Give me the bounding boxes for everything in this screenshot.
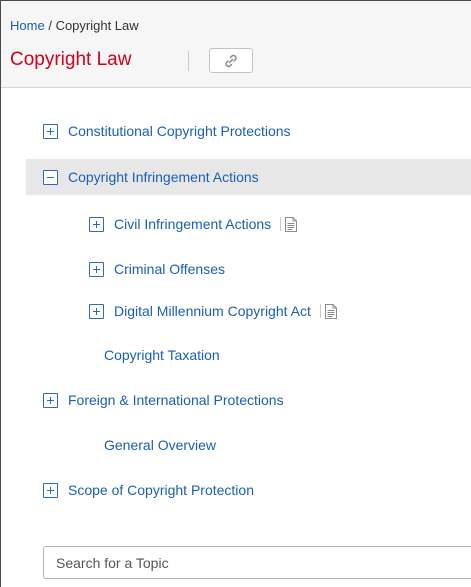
tree-item-general-overview[interactable]: General Overview — [104, 427, 216, 463]
breadcrumb: Home / Copyright Law — [10, 18, 139, 33]
link-icon — [225, 54, 237, 68]
breadcrumb-current: Copyright Law — [55, 18, 139, 33]
tree-item-label[interactable]: Civil Infringement Actions — [114, 216, 271, 232]
tree-item-criminal-offenses[interactable]: Criminal Offenses — [89, 251, 225, 287]
item-divider — [319, 304, 321, 318]
expand-icon[interactable] — [89, 303, 104, 319]
collapse-icon[interactable] — [43, 169, 58, 185]
tree-item-copyright-taxation[interactable]: Copyright Taxation — [104, 337, 220, 373]
expand-icon[interactable] — [43, 482, 58, 498]
tree-item-label[interactable]: Constitutional Copyright Protections — [68, 123, 291, 139]
breadcrumb-separator: / — [48, 18, 52, 33]
tree-item-label[interactable]: Foreign & International Protections — [68, 392, 284, 408]
tree-item-constitutional-copyright-protections[interactable]: Constitutional Copyright Protections — [43, 113, 291, 149]
document-icon[interactable] — [285, 216, 298, 232]
tree-item-label[interactable]: General Overview — [104, 437, 216, 453]
expand-icon[interactable] — [43, 392, 58, 408]
expand-icon[interactable] — [89, 216, 104, 232]
tree-item-civil-infringement-actions[interactable]: Civil Infringement Actions — [89, 206, 298, 242]
tree-item-scope-of-copyright-protection[interactable]: Scope of Copyright Protection — [43, 472, 254, 508]
tree-item-label[interactable]: Copyright Infringement Actions — [68, 169, 259, 185]
topic-search-input[interactable] — [43, 546, 471, 579]
document-icon[interactable] — [324, 303, 337, 319]
item-divider — [280, 217, 282, 231]
tree-item-foreign-international-protections[interactable]: Foreign & International Protections — [43, 382, 284, 418]
tree-item-digital-millennium-copyright-act[interactable]: Digital Millennium Copyright Act — [89, 293, 337, 329]
breadcrumb-home-link[interactable]: Home — [10, 18, 45, 33]
tree-item-label[interactable]: Copyright Taxation — [104, 347, 220, 363]
expand-icon[interactable] — [89, 261, 104, 277]
tree-item-label[interactable]: Digital Millennium Copyright Act — [114, 303, 311, 319]
tree-item-label[interactable]: Scope of Copyright Protection — [68, 482, 254, 498]
copy-link-button[interactable] — [209, 48, 253, 73]
expand-icon[interactable] — [43, 123, 58, 139]
topic-browser-panel: Home / Copyright Law Copyright Law Const… — [0, 0, 471, 587]
title-divider — [188, 51, 189, 71]
page-title: Copyright Law — [10, 49, 132, 70]
tree-item-label[interactable]: Criminal Offenses — [114, 261, 225, 277]
page-header: Home / Copyright Law Copyright Law — [1, 1, 471, 88]
tree-item-copyright-infringement-actions[interactable]: Copyright Infringement Actions — [26, 159, 471, 195]
